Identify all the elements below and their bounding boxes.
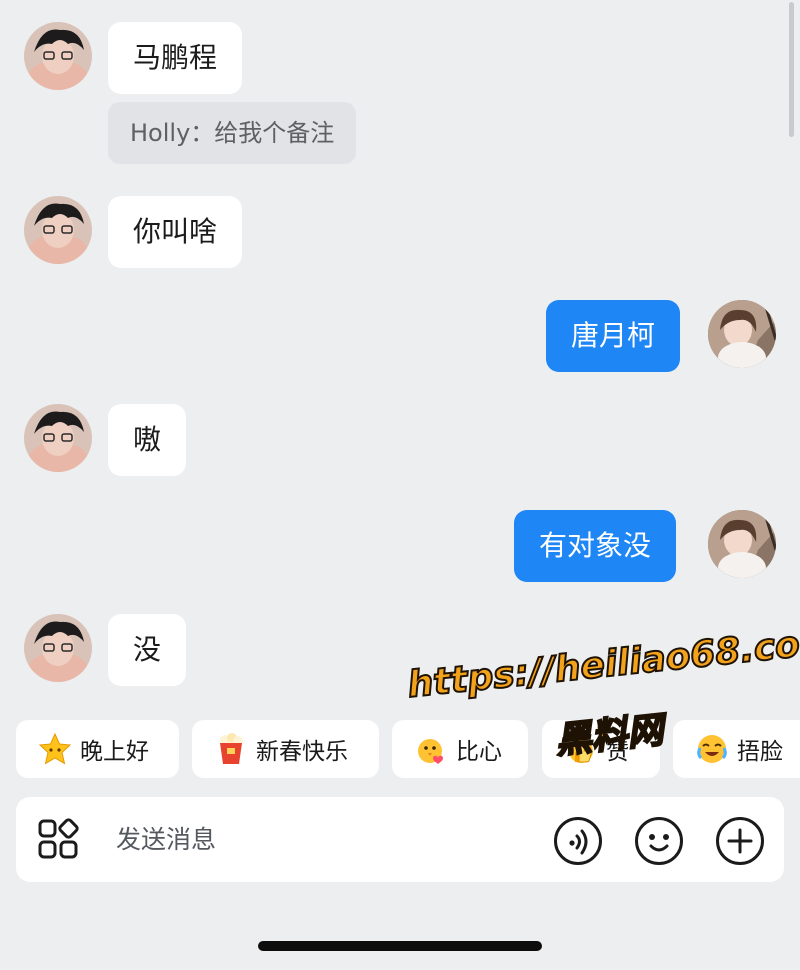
plus-icon[interactable] [715,816,765,866]
star-emoji-icon [38,732,72,765]
quick-reply-chip[interactable]: 比心 [392,720,528,778]
quick-reply-label: 新春快乐 [256,739,348,765]
quick-reply-label: 晚上好 [80,739,149,765]
self-avatar[interactable] [708,300,776,368]
home-indicator[interactable] [258,941,542,951]
emoji-icon[interactable] [634,816,684,866]
quick-reply-label: 比心 [456,739,502,765]
voice-icon[interactable] [553,816,603,866]
message-input[interactable]: 发送消息 [116,797,216,882]
quick-reply-chip[interactable]: 新春快乐 [192,720,379,778]
watermark-url: https://heiliao68.com [405,619,800,707]
self-avatar[interactable] [708,510,776,578]
scrollbar[interactable] [789,2,794,137]
quick-reply-label: 捂脸 [737,739,783,765]
message-bubble-incoming[interactable]: 嗷 [108,404,187,476]
popcorn-emoji-icon [220,733,243,764]
message-text: 唐月柯 [571,319,656,352]
message-text: 嗷 [133,423,162,456]
message-bubble-incoming[interactable]: 马鹏程 [108,22,243,94]
quick-reply-chip[interactable]: 捂脸 [673,720,800,778]
system-note-text: Holly：给我个备注 [130,119,335,147]
message-text: 有对象没 [539,529,652,562]
quick-reply-chip[interactable]: 晚上好 [16,720,179,778]
message-bubble-outgoing[interactable]: 有对象没 [514,510,677,582]
chick-heart-emoji-icon [418,739,443,764]
contact-avatar[interactable] [24,22,92,90]
message-text: 马鹏程 [133,41,218,74]
facepalm-emoji-icon [697,735,727,763]
contact-avatar[interactable] [24,404,92,472]
chat-screen: 马鹏程 Holly：给我个备注 你叫啥 唐月柯 嗷 有对象没 没 晚上好 新春快… [0,0,800,970]
message-text: 没 [133,633,162,666]
message-bubble-incoming[interactable]: 你叫啥 [108,196,243,268]
message-bubble-incoming[interactable]: 没 [108,614,187,686]
message-text: 你叫啥 [133,215,218,248]
contact-avatar[interactable] [24,196,92,264]
message-bubble-outgoing[interactable]: 唐月柯 [546,300,681,372]
apps-grid-icon[interactable] [36,817,80,861]
contact-avatar[interactable] [24,614,92,682]
system-note: Holly：给我个备注 [108,102,357,164]
